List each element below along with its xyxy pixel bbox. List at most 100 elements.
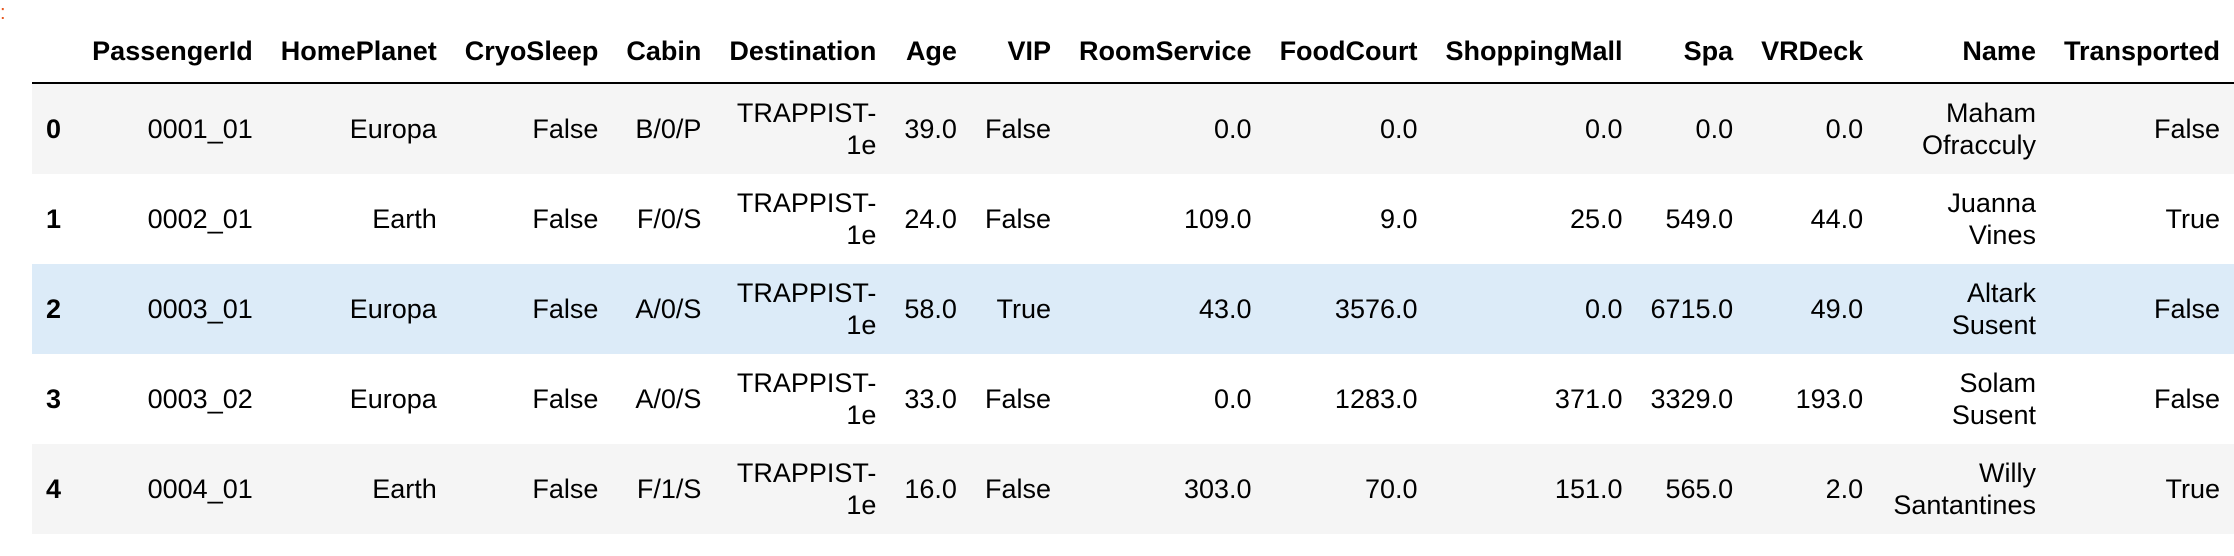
cell-spa: 565.0 [1665, 474, 1734, 504]
cell-cryosleep: False [532, 204, 599, 234]
header-roomservice: RoomService [1078, 35, 1252, 66]
cell-passengerid: 0003_02 [147, 384, 253, 414]
cell-spa: 0.0 [1695, 114, 1734, 144]
cell-homeplanet: Earth [372, 474, 437, 504]
cell-cryosleep: False [532, 294, 599, 324]
cell-age: 33.0 [904, 384, 957, 414]
cell-name: Maham Ofracculy [1921, 98, 2036, 160]
cell-cabin: A/0/S [635, 294, 702, 324]
cell-passengerid: 0003_01 [147, 294, 253, 324]
row-index: 3 [46, 383, 62, 414]
cell-name: Juanna Vines [1947, 188, 2036, 250]
table-row[interactable]: 3 0003_02 Europa False A/0/S TRAPPIST-1e 33.0 F… [32, 354, 2234, 444]
cell-transported: True [2165, 204, 2220, 234]
cell-transported: True [2165, 474, 2220, 504]
cell-transported: False [2153, 294, 2220, 324]
row-index: 1 [46, 203, 62, 234]
table-row[interactable]: 2 0003_01 Europa False A/0/S TRAPPIST-1e 58.0 T… [32, 264, 2234, 354]
cell-transported: False [2153, 384, 2220, 414]
cell-age: 39.0 [904, 114, 957, 144]
output-prompt-marker: : [0, 2, 6, 24]
header-vip: VIP [1007, 35, 1051, 66]
cell-vip: False [984, 114, 1051, 144]
cell-vrdeck: 0.0 [1825, 114, 1864, 144]
cell-cabin: A/0/S [635, 384, 702, 414]
cell-vip: False [984, 384, 1051, 414]
row-index: 2 [46, 293, 62, 324]
cell-name: Solam Susent [1951, 368, 2036, 430]
cell-shoppingmall: 25.0 [1569, 204, 1623, 234]
cell-roomservice: 109.0 [1183, 204, 1252, 234]
header-cabin: Cabin [626, 35, 702, 66]
cell-spa: 6715.0 [1650, 294, 1734, 324]
cell-homeplanet: Earth [372, 204, 437, 234]
cell-destination: TRAPPIST-1e [736, 458, 877, 520]
header-vrdeck: VRDeck [1761, 35, 1864, 66]
header-foodcourt: FoodCourt [1279, 35, 1418, 66]
cell-cabin: F/0/S [636, 204, 702, 234]
cell-vrdeck: 49.0 [1810, 294, 1864, 324]
cell-cabin: F/1/S [636, 474, 702, 504]
cell-spa: 3329.0 [1650, 384, 1734, 414]
cell-age: 58.0 [904, 294, 957, 324]
cell-foodcourt: 70.0 [1364, 474, 1418, 504]
cell-vip: False [984, 474, 1051, 504]
cell-roomservice: 0.0 [1214, 384, 1252, 414]
cell-vrdeck: 44.0 [1810, 204, 1864, 234]
table-header: PassengerId HomePlanet CryoSleep Cabin D… [32, 20, 2234, 83]
cell-homeplanet: Europa [349, 114, 437, 144]
cell-destination: TRAPPIST-1e [736, 98, 877, 160]
cell-shoppingmall: 0.0 [1584, 294, 1623, 324]
header-row: PassengerId HomePlanet CryoSleep Cabin D… [32, 20, 2234, 83]
cell-homeplanet: Europa [349, 384, 437, 414]
cell-roomservice: 43.0 [1199, 294, 1252, 324]
row-index: 0 [46, 113, 62, 144]
cell-foodcourt: 3576.0 [1334, 294, 1418, 324]
cell-roomservice: 0.0 [1214, 114, 1252, 144]
cell-name: Willy Santantines [1893, 458, 2036, 520]
cell-shoppingmall: 371.0 [1554, 384, 1623, 414]
cell-cryosleep: False [532, 474, 599, 504]
cell-vrdeck: 193.0 [1795, 384, 1864, 414]
header-destination: Destination [729, 35, 877, 66]
cell-roomservice: 303.0 [1183, 474, 1252, 504]
header-shoppingmall: ShoppingMall [1445, 35, 1623, 66]
header-transported: Transported [2063, 35, 2220, 66]
cell-spa: 549.0 [1665, 204, 1734, 234]
cell-vip: False [984, 204, 1051, 234]
cell-age: 24.0 [904, 204, 957, 234]
cell-foodcourt: 1283.0 [1334, 384, 1418, 414]
header-passengerid: PassengerId [92, 35, 253, 66]
table-row[interactable]: 1 0002_01 Earth False F/0/S TRAPPIST-1e 24.0 Fa… [32, 174, 2234, 264]
row-index: 4 [46, 473, 62, 504]
cell-transported: False [2153, 114, 2220, 144]
cell-cryosleep: False [532, 384, 599, 414]
table-row[interactable]: 0 0001_01 Europa False B/0/P TRAPPIST-1e 39.0 F… [32, 83, 2234, 174]
cell-name: Altark Susent [1951, 278, 2036, 340]
header-cryosleep: CryoSleep [464, 35, 599, 66]
cell-passengerid: 0001_01 [147, 114, 253, 144]
cell-shoppingmall: 151.0 [1554, 474, 1623, 504]
cell-homeplanet: Europa [349, 294, 437, 324]
cell-foodcourt: 9.0 [1379, 204, 1418, 234]
cell-destination: TRAPPIST-1e [736, 278, 877, 340]
table-row[interactable]: 4 0004_01 Earth False F/1/S TRAPPIST-1e 16.0 Fa… [32, 444, 2234, 534]
cell-passengerid: 0004_01 [147, 474, 253, 504]
cell-vrdeck: 2.0 [1825, 474, 1864, 504]
cell-cabin: B/0/P [635, 114, 702, 144]
header-homeplanet: HomePlanet [280, 35, 437, 66]
cell-vip: True [996, 294, 1051, 324]
dataframe-table: PassengerId HomePlanet CryoSleep Cabin D… [32, 20, 2234, 534]
header-index [32, 20, 78, 83]
cell-destination: TRAPPIST-1e [736, 188, 877, 250]
cell-foodcourt: 0.0 [1379, 114, 1418, 144]
header-spa: Spa [1683, 35, 1734, 66]
cell-destination: TRAPPIST-1e [736, 368, 877, 430]
cell-age: 16.0 [904, 474, 957, 504]
cell-passengerid: 0002_01 [147, 204, 253, 234]
header-name: Name [1962, 35, 2036, 66]
notebook-output: : PassengerId HomePlanet CryoSleep Cabin… [0, 0, 2234, 556]
header-age: Age [905, 35, 957, 66]
table-body: 0 0001_01 Europa False B/0/P TRAPPIST-1e 39.0 F… [32, 83, 2234, 534]
cell-shoppingmall: 0.0 [1584, 114, 1623, 144]
